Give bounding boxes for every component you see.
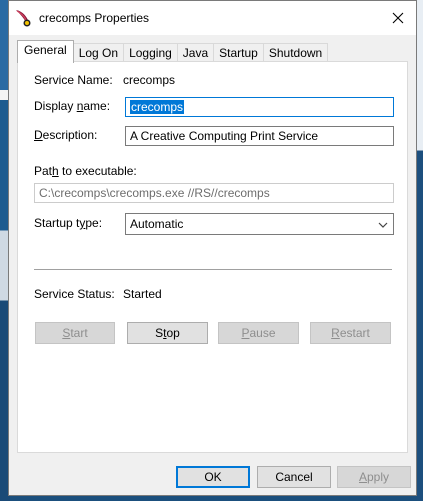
startup-type-dropdown[interactable]: Automatic bbox=[125, 213, 394, 235]
stop-button[interactable]: Stop bbox=[127, 322, 208, 344]
ok-button[interactable]: OK bbox=[176, 466, 250, 488]
tab-startup[interactable]: Startup bbox=[213, 43, 264, 63]
tab-log-on[interactable]: Log On bbox=[72, 43, 125, 63]
description-field[interactable]: A Creative Computing Print Service bbox=[125, 126, 394, 146]
path-to-executable-label: Path to executable: bbox=[34, 164, 137, 178]
path-to-executable-field: C:\crecomps\crecomps.exe //RS//crecomps bbox=[34, 183, 394, 203]
display-name-field[interactable]: crecomps bbox=[125, 97, 394, 117]
separator bbox=[34, 269, 392, 270]
close-icon bbox=[392, 12, 404, 24]
restart-button[interactable]: Restart bbox=[310, 322, 391, 344]
tab-shutdown[interactable]: Shutdown bbox=[262, 43, 329, 63]
service-name-label: Service Name: bbox=[34, 73, 113, 87]
tab-logging[interactable]: Logging bbox=[123, 43, 178, 63]
startup-type-label: Startup type: bbox=[34, 216, 103, 230]
feather-app-icon bbox=[13, 8, 33, 28]
general-tab-panel: Service Name: crecomps Display name: cre… bbox=[17, 61, 408, 453]
display-name-selected-text: crecomps bbox=[130, 100, 185, 114]
title-bar[interactable]: crecomps Properties bbox=[9, 1, 416, 35]
service-status-label: Service Status: bbox=[34, 287, 115, 301]
apply-button[interactable]: Apply bbox=[337, 466, 411, 488]
properties-dialog: crecomps Properties General Log On Loggi… bbox=[8, 0, 417, 496]
tab-strip: General Log On Logging Java Startup Shut… bbox=[17, 40, 329, 63]
window-title: crecomps Properties bbox=[39, 11, 150, 25]
description-label: Description: bbox=[34, 128, 98, 142]
desktop-right-edge bbox=[417, 0, 423, 501]
display-name-label: Display name: bbox=[34, 99, 111, 113]
chevron-down-icon bbox=[377, 217, 389, 237]
service-status-value: Started bbox=[123, 287, 162, 301]
startup-type-value: Automatic bbox=[130, 217, 184, 231]
tab-general[interactable]: General bbox=[17, 40, 74, 63]
pause-button[interactable]: Pause bbox=[218, 322, 299, 344]
service-name-value: crecomps bbox=[123, 73, 176, 87]
cancel-button[interactable]: Cancel bbox=[257, 466, 331, 488]
tab-java[interactable]: Java bbox=[176, 43, 215, 63]
start-button[interactable]: Start bbox=[35, 322, 115, 344]
close-button[interactable] bbox=[380, 1, 416, 35]
